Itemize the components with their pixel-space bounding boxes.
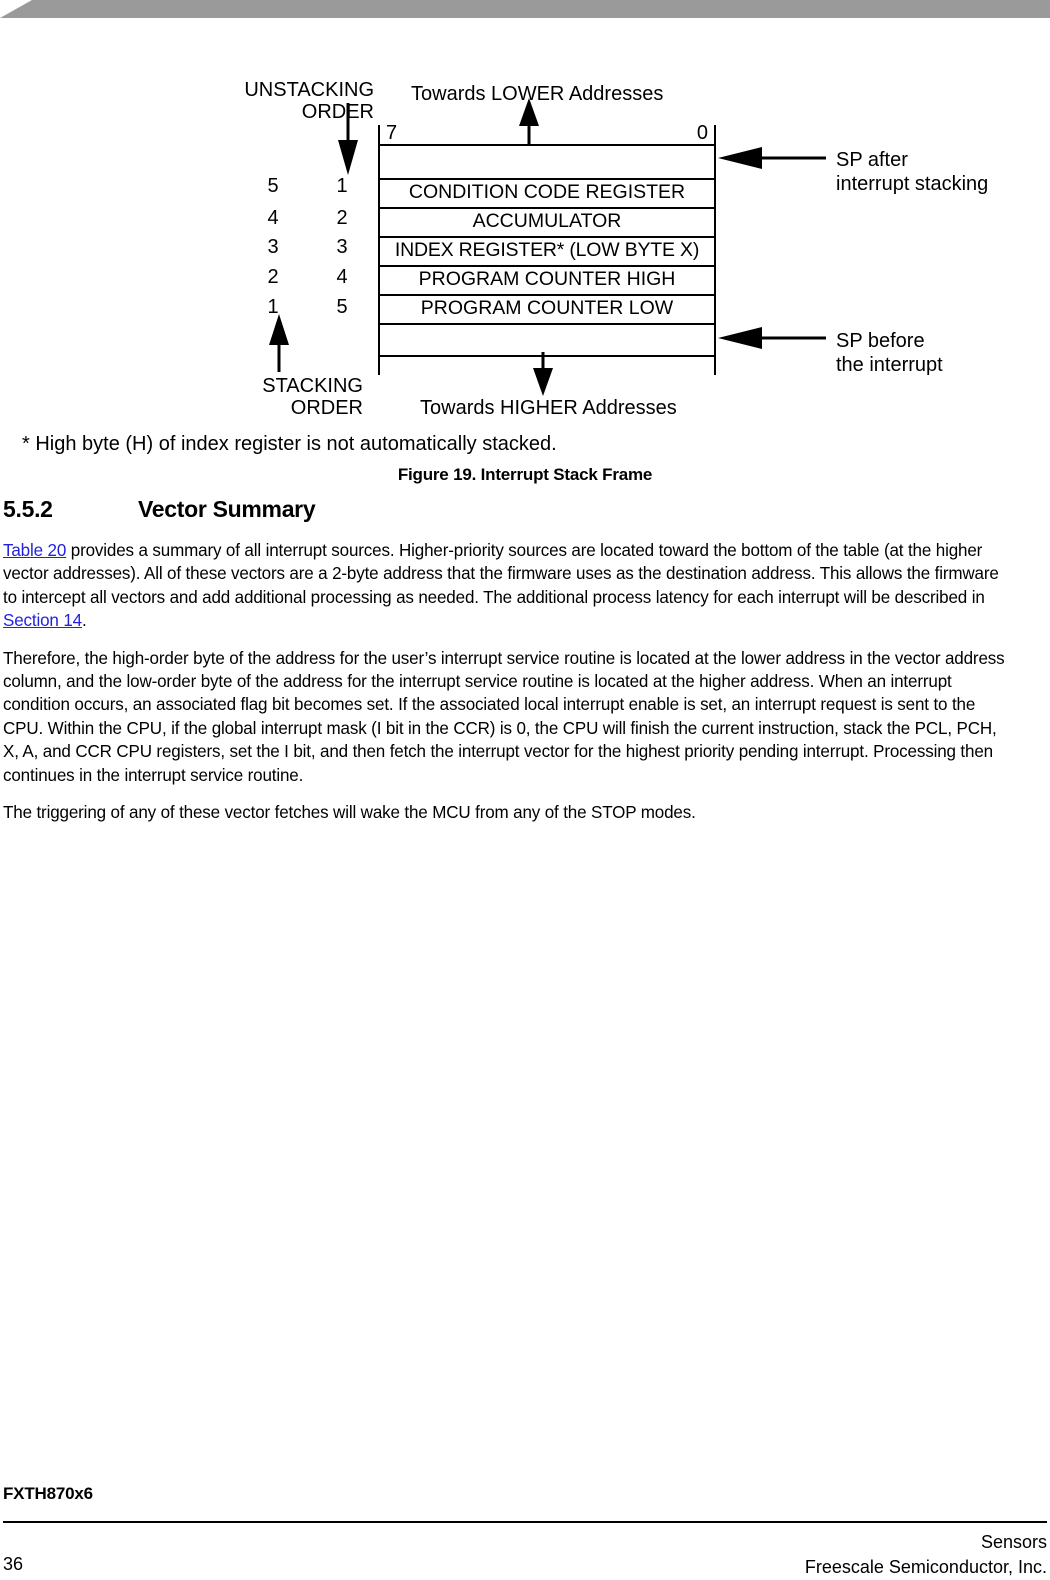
figure-footnote: * High byte (H) of index register is not…: [22, 433, 557, 455]
section-number: 5.5.2: [3, 496, 53, 522]
section-heading: 5.5.2 Vector Summary: [3, 496, 1027, 523]
unstacking-order-number: 5: [267, 175, 279, 197]
figure-interrupt-stack-frame: UNSTACKING ORDER STACKING ORDER Towards …: [0, 0, 1050, 484]
stack-row: INDEX REGISTER* (LOW BYTE X): [378, 236, 716, 265]
stacking-order-number: 3: [336, 236, 348, 258]
stack-row: PROGRAM COUNTER HIGH: [378, 265, 716, 294]
bit-msb-label: 7: [386, 122, 398, 144]
unstacking-order-number: 3: [267, 236, 279, 258]
figure-caption: Figure 19. Interrupt Stack Frame: [397, 465, 653, 484]
footer-right-block: Sensors Freescale Semiconductor, Inc.: [805, 1530, 1047, 1580]
paragraph-3: The triggering of any of these vector fe…: [3, 802, 696, 823]
stack-row: PROGRAM COUNTER LOW: [378, 294, 716, 323]
footer-company: Freescale Semiconductor, Inc.: [804, 1557, 1047, 1577]
section-title: Vector Summary: [138, 496, 316, 522]
stacking-order-number: 1: [336, 175, 348, 197]
stack-row: [378, 323, 716, 357]
footer-divider: [3, 1521, 1047, 1523]
stack-row: [378, 144, 716, 178]
sp-after-label-line2: interrupt stacking: [836, 173, 989, 195]
page-content: 5.5.2 Vector Summary Table 20 provides a…: [3, 496, 1027, 838]
paragraph-1-text-a: provides a summary of all interrupt sour…: [3, 540, 999, 607]
stack-frame-box: CONDITION CODE REGISTER ACCUMULATOR INDE…: [378, 144, 716, 357]
stack-row: ACCUMULATOR: [378, 207, 716, 236]
unstacking-order-number: 1: [267, 296, 279, 318]
stacking-order-label-line1: STACKING: [262, 375, 363, 397]
paragraph-1: Table 20 provides a summary of all inter…: [3, 539, 1012, 633]
stacking-order-arrow-icon: [269, 314, 289, 372]
footer-product-line: Sensors: [980, 1532, 1047, 1552]
bit-lsb-label: 0: [696, 122, 708, 144]
link-section-14[interactable]: Section 14: [3, 610, 82, 630]
towards-lower-addresses-label: Towards LOWER Addresses: [411, 83, 664, 105]
sp-before-label-line1: SP before: [836, 330, 925, 352]
sp-after-label-line1: SP after: [836, 149, 908, 171]
stacking-order-number: 2: [336, 207, 348, 229]
unstacking-order-label-line2: ORDER: [301, 101, 374, 123]
towards-higher-addresses-label: Towards HIGHER Addresses: [420, 397, 677, 419]
paragraph-2: Therefore, the high-order byte of the ad…: [3, 647, 1005, 785]
sp-before-pointer-arrow-icon: [718, 327, 826, 349]
sp-after-pointer-arrow-icon: [718, 147, 826, 169]
stacking-order-number: 5: [336, 296, 348, 318]
stacking-order-number: 4: [336, 266, 348, 288]
sp-before-label-line2: the interrupt: [836, 354, 943, 376]
stacking-order-label-line2: ORDER: [290, 397, 363, 419]
unstacking-order-number: 2: [267, 266, 279, 288]
document-id: FXTH870x6: [3, 1484, 93, 1503]
unstacking-order-number: 4: [267, 207, 279, 229]
link-table-20[interactable]: Table 20: [3, 540, 66, 560]
stack-row: CONDITION CODE REGISTER: [378, 178, 716, 207]
paragraph-1-text-b: .: [81, 610, 87, 631]
towards-higher-arrow-icon: [533, 352, 553, 396]
unstacking-order-label-line1: UNSTACKING: [244, 79, 374, 101]
